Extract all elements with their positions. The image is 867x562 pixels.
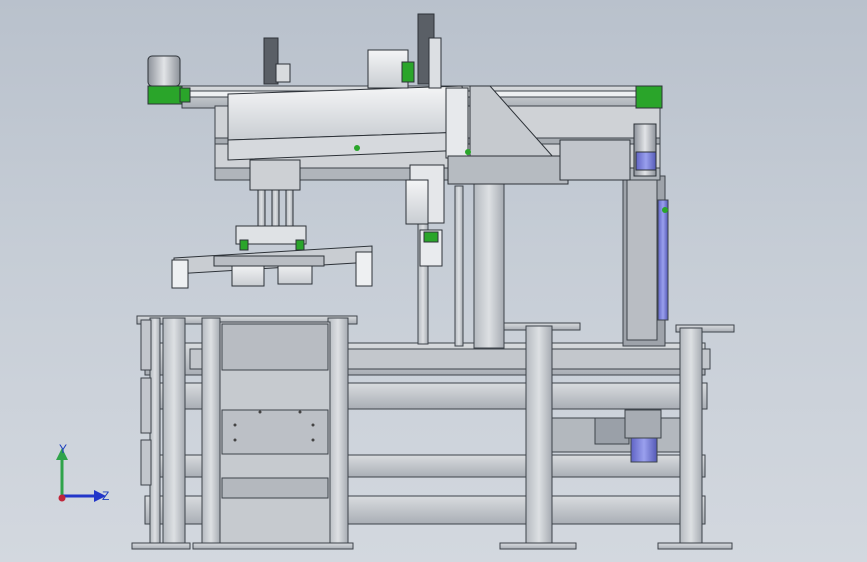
base-cabinet-panel-top [221,323,329,371]
base-post-5 [525,325,553,547]
base-cabinet-panel-bot [221,477,329,499]
purple-lower-cylinder [630,435,658,463]
gantry-left-motor [147,55,191,105]
right-tower-face [626,179,658,341]
base-foot-2 [192,542,354,550]
tower-lower-block [624,409,662,439]
base-post-3 [201,317,221,547]
z-axis-label: Z [102,489,109,503]
right-tower [622,175,669,463]
base-side-tab-2 [140,377,152,434]
base-foot-4 [657,542,733,550]
base-cabinet-panel-mid [221,409,329,455]
coordinate-triad: Y Z [56,442,109,503]
base-side-tab-3 [140,439,152,486]
base-post-4 [327,317,349,547]
gripper-rods [249,159,301,231]
end-effector[interactable] [171,225,373,289]
machine-assembly-model[interactable] [0,0,867,562]
base-foot-1 [131,542,191,550]
cad-viewport[interactable]: Y Z [0,0,867,562]
base-gusset-detail [594,417,630,445]
base-post-2 [162,317,186,547]
base-post-6 [679,327,703,547]
purple-bracket [657,199,669,321]
y-axis-label: Y [59,442,67,456]
base-foot-3 [499,542,577,550]
triad-origin [58,494,66,502]
base-side-tab-1 [140,319,152,371]
lift-head[interactable] [405,164,445,267]
